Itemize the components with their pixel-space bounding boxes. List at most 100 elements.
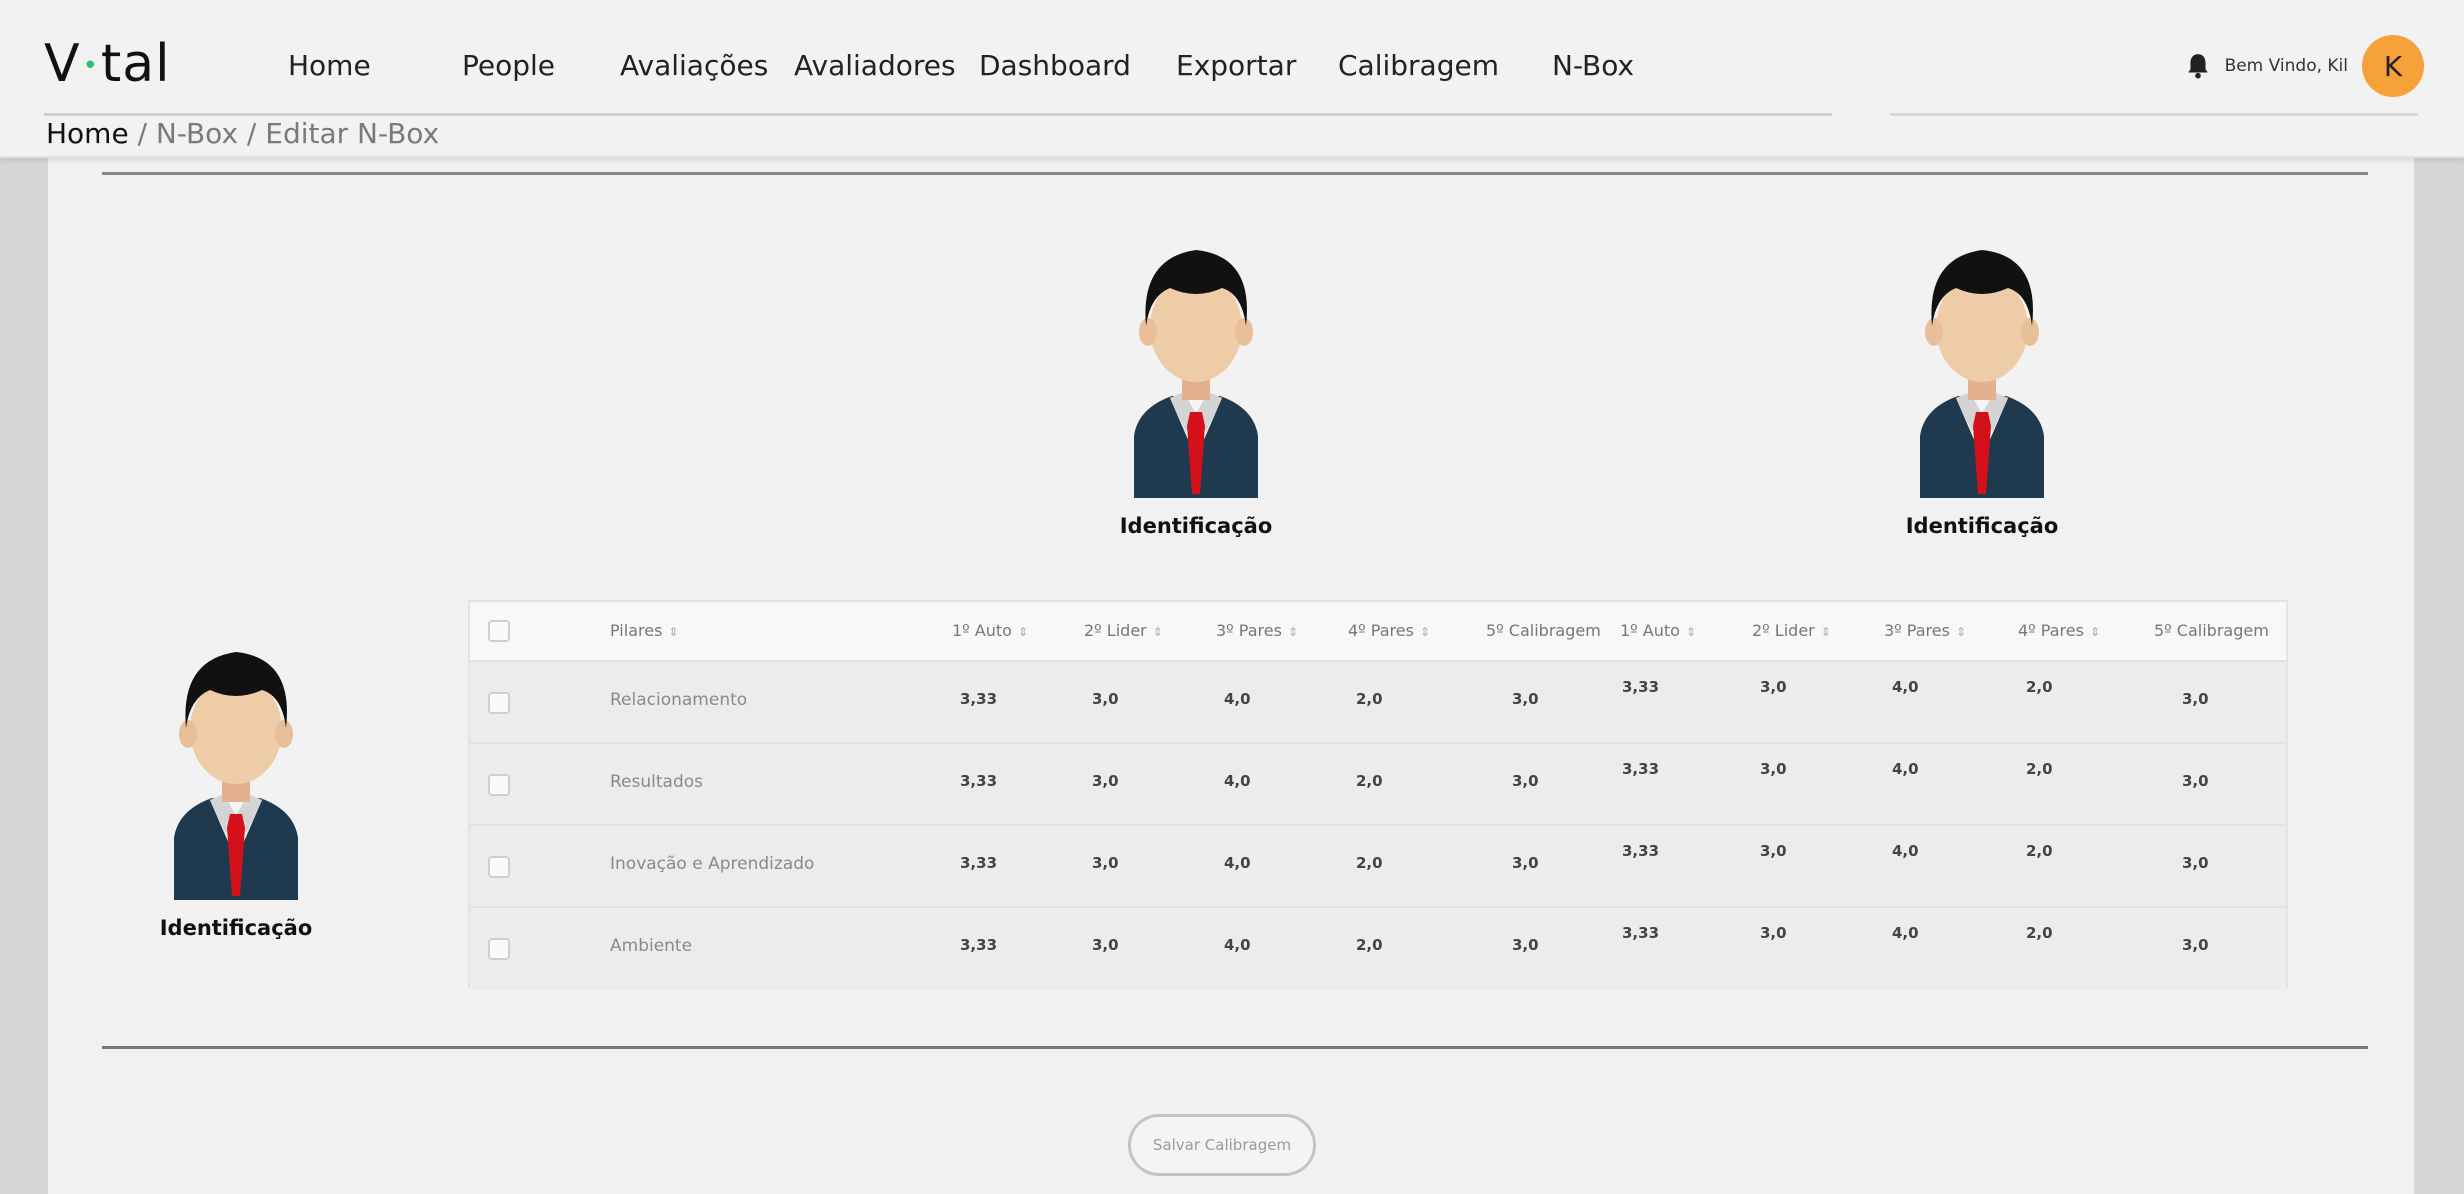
score-cell: 3,0 <box>1092 936 1119 954</box>
breadcrumb-home[interactable]: Home <box>46 117 129 150</box>
vtal-logo[interactable]: V•tal <box>44 34 171 94</box>
score-cell: 3,0 <box>2182 936 2209 954</box>
score-cell: 3,33 <box>960 690 998 708</box>
pilar-label: Ambiente <box>610 936 693 956</box>
sort-icon: ⇕ <box>1685 625 1697 639</box>
score-cell: 3,0 <box>1512 854 1539 872</box>
top-divider <box>102 172 2368 175</box>
score-cell: 2,0 <box>2026 842 2053 860</box>
score-cell: 3,0 <box>1092 854 1119 872</box>
score-cell: 3,0 <box>1092 772 1119 790</box>
row-checkbox[interactable] <box>488 856 510 878</box>
header-col[interactable]: 2º Lider ⇕ <box>1752 602 1831 660</box>
score-cell: 3,0 <box>1760 924 1787 942</box>
bottom-divider <box>102 1046 2368 1049</box>
score-cell: 3,33 <box>1622 924 1660 942</box>
header-col[interactable]: 5º Calibragem <box>2154 602 2269 660</box>
page-margin-left <box>0 156 48 1194</box>
score-cell: 3,0 <box>1760 842 1787 860</box>
sort-icon: ⇕ <box>1955 625 1967 639</box>
header-col[interactable]: 1º Auto ⇕ <box>952 602 1028 660</box>
sort-icon: ⇕ <box>1287 625 1299 639</box>
score-cell: 3,33 <box>960 772 998 790</box>
score-cell: 4,0 <box>1224 772 1251 790</box>
breadcrumb-trail: / N-Box / Editar N-Box <box>128 117 440 150</box>
score-cell: 4,0 <box>1224 854 1251 872</box>
nav-home[interactable]: Home <box>288 46 371 86</box>
header-col[interactable]: 3º Pares ⇕ <box>1884 602 1966 660</box>
score-cell: 2,0 <box>1356 854 1383 872</box>
save-calibration-button[interactable]: Salvar Calibragem <box>1128 1114 1316 1176</box>
score-cell: 3,0 <box>2182 854 2209 872</box>
user-avatar[interactable]: K <box>2362 35 2424 97</box>
score-cell: 3,33 <box>1622 678 1660 696</box>
score-cell: 4,0 <box>1224 936 1251 954</box>
table-row[interactable]: Resultados 3,33 3,0 4,0 2,0 3,0 3,33 3,0 4,0 2,0 3… <box>470 742 2286 826</box>
score-cell: 3,0 <box>2182 690 2209 708</box>
header-col[interactable]: 4º Pares ⇕ <box>1348 602 1430 660</box>
nav-people[interactable]: People <box>462 46 555 86</box>
row-checkbox[interactable] <box>488 692 510 714</box>
header-col[interactable]: 2º Lider ⇕ <box>1084 602 1163 660</box>
score-cell: 3,0 <box>1760 760 1787 778</box>
person-card-3[interactable]: Identificação <box>146 638 326 940</box>
header-col[interactable]: 3º Pares ⇕ <box>1216 602 1298 660</box>
sort-icon: ⇕ <box>1820 625 1831 639</box>
header-col[interactable]: 1º Auto ⇕ <box>1620 602 1696 660</box>
person-avatar-icon <box>170 638 302 900</box>
score-cell: 4,0 <box>1892 924 1919 942</box>
user-area: Bem Vindo, Kil K <box>2185 34 2424 98</box>
nav-avaliadores[interactable]: Avaliadores <box>794 46 956 86</box>
logo-text-right: tal <box>100 34 171 94</box>
header-pilares[interactable]: Pilares ⇕ <box>610 602 678 660</box>
score-cell: 2,0 <box>1356 772 1383 790</box>
nbox-editor-panel: Identificação Identificação Identificaçã… <box>48 156 2414 1194</box>
sort-icon: ⇕ <box>1152 625 1163 639</box>
person-avatar-icon <box>1130 236 1262 498</box>
welcome-text: Bem Vindo, Kil <box>2224 56 2348 76</box>
top-navigation-bar: V•tal Home People Avaliações Avaliadores… <box>0 0 2464 158</box>
score-cell: 3,33 <box>960 936 998 954</box>
score-cell: 4,0 <box>1224 690 1251 708</box>
person-card-2[interactable]: Identificação <box>1892 236 2072 538</box>
sort-icon: ⇕ <box>1017 625 1029 639</box>
row-checkbox[interactable] <box>488 938 510 960</box>
score-cell: 3,33 <box>960 854 998 872</box>
score-cell: 2,0 <box>2026 924 2053 942</box>
sort-icon: ⇕ <box>2089 625 2101 639</box>
nav-calibragem[interactable]: Calibragem <box>1338 46 1499 86</box>
bell-icon[interactable] <box>2185 52 2211 80</box>
nav-n-box[interactable]: N-Box <box>1552 46 1634 86</box>
score-cell: 3,0 <box>1512 690 1539 708</box>
pilar-label: Relacionamento <box>610 690 748 710</box>
calibration-table: Pilares ⇕ 1º Auto ⇕ 2º Lider ⇕ 3º Pares ⇕ 4º… <box>468 600 2288 990</box>
score-cell: 4,0 <box>1892 760 1919 778</box>
score-cell: 3,0 <box>1092 690 1119 708</box>
score-cell: 3,0 <box>1512 772 1539 790</box>
person-name: Identificação <box>1119 514 1273 538</box>
row-checkbox[interactable] <box>488 774 510 796</box>
score-cell: 2,0 <box>1356 936 1383 954</box>
breadcrumb: Home / N-Box / Editar N-Box <box>46 116 439 152</box>
table-row[interactable]: Inovação e Aprendizado 3,33 3,0 4,0 2,0 3,0 3,… <box>470 824 2286 908</box>
header-col[interactable]: 5º Calibragem <box>1486 602 1601 660</box>
select-all-checkbox[interactable] <box>488 620 510 642</box>
score-cell: 3,0 <box>2182 772 2209 790</box>
table-row[interactable]: Ambiente 3,33 3,0 4,0 2,0 3,0 3,33 3,0 4,0 2,0 3,0 <box>470 906 2286 990</box>
score-cell: 2,0 <box>2026 760 2053 778</box>
table-row[interactable]: Relacionamento 3,33 3,0 4,0 2,0 3,0 3,33 3,0 4,0… <box>470 660 2286 744</box>
nav-avaliacoes[interactable]: Avaliações <box>620 46 768 86</box>
person-card-1[interactable]: Identificação <box>1106 236 1286 538</box>
logo-dot-icon: • <box>82 51 99 81</box>
sort-icon: ⇕ <box>668 625 679 639</box>
pilar-label: Resultados <box>610 772 703 792</box>
nav-exportar[interactable]: Exportar <box>1176 46 1296 86</box>
header-col[interactable]: 4º Pares ⇕ <box>2018 602 2100 660</box>
person-avatar-icon <box>1916 236 2048 498</box>
score-cell: 3,0 <box>1760 678 1787 696</box>
nav-dashboard[interactable]: Dashboard <box>979 46 1131 86</box>
page-margin-right <box>2416 156 2464 1194</box>
person-name: Identificação <box>159 916 313 940</box>
table-header: Pilares ⇕ 1º Auto ⇕ 2º Lider ⇕ 3º Pares ⇕ 4º… <box>470 602 2286 660</box>
person-name: Identificação <box>1905 514 2059 538</box>
